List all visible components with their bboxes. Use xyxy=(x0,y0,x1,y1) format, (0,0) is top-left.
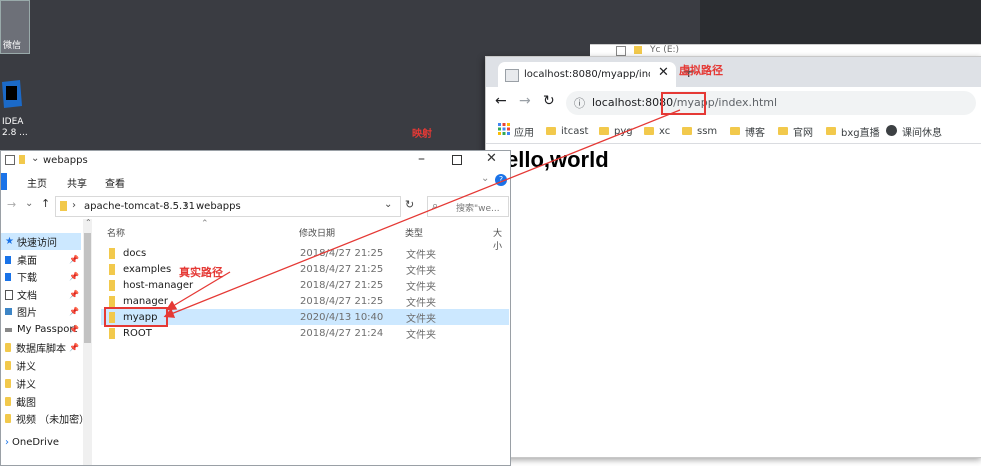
mapping-arrow xyxy=(163,109,681,318)
annotation-arrows xyxy=(163,109,681,318)
